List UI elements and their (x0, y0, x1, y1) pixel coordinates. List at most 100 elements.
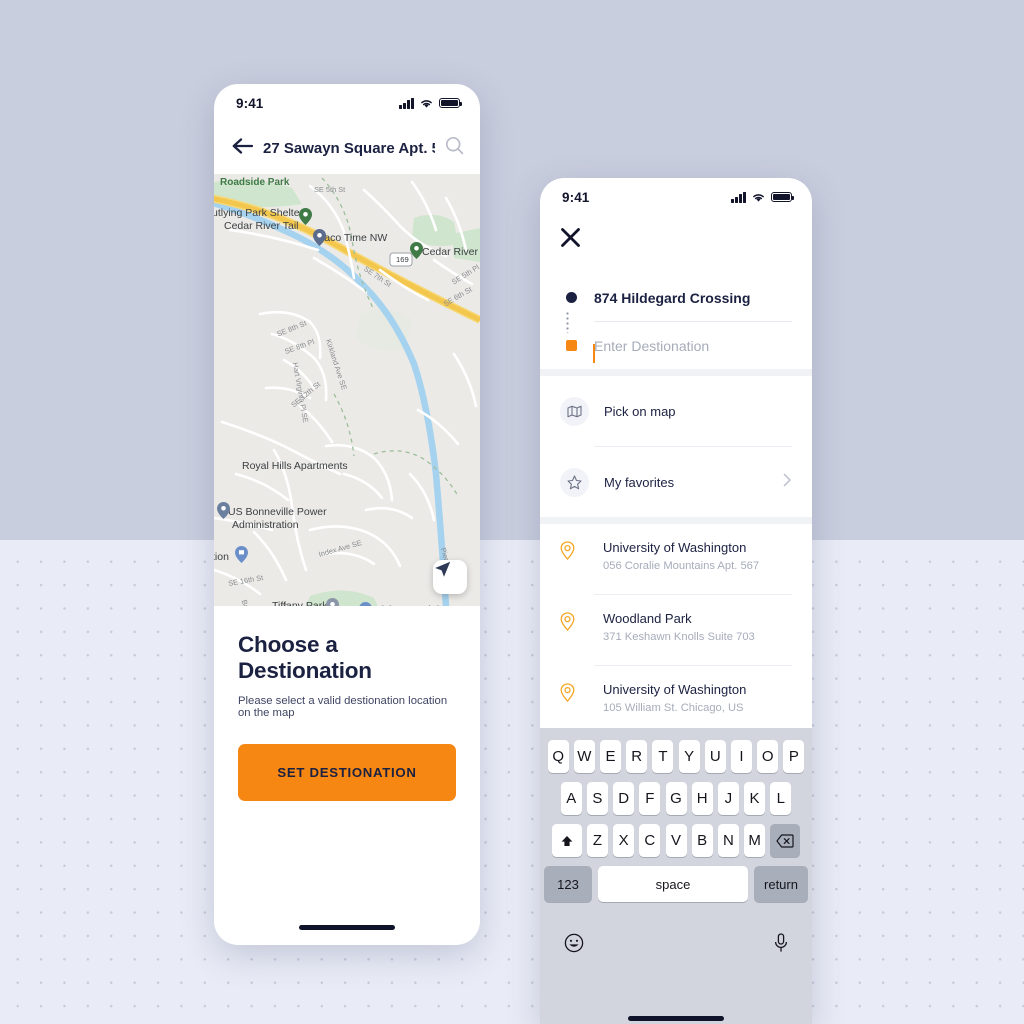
keyboard-row-bottom: 123 space return (540, 866, 812, 902)
action-my-favorites[interactable]: My favorites (540, 447, 812, 517)
key-g[interactable]: G (665, 782, 687, 815)
space-key[interactable]: space (598, 866, 748, 902)
key-c[interactable]: C (639, 824, 661, 857)
status-time: 9:41 (236, 95, 264, 111)
status-time-2: 9:41 (562, 189, 590, 205)
action-pick-on-map[interactable]: Pick on map (540, 376, 812, 446)
close-x-icon[interactable] (560, 227, 581, 253)
suggestion-item[interactable]: Woodland Park 371 Keshawn Knolls Suite 7… (540, 595, 812, 665)
map-label-taco-time-nw: Taco Time NW (319, 232, 388, 244)
status-indicators-2 (731, 191, 795, 203)
key-l[interactable]: L (770, 782, 792, 815)
key-o[interactable]: O (757, 740, 779, 773)
map-label-roadside-park: Roadside Park (220, 177, 290, 188)
location-pin-icon (560, 540, 589, 565)
suggestion-item[interactable]: University of Washington 056 Coralie Mou… (540, 524, 812, 594)
map-icon (560, 396, 589, 426)
map-label-nicks-special: Nick's Special (374, 604, 439, 606)
map-poi-pin-cedar-river (410, 242, 423, 259)
search-icon[interactable] (445, 136, 464, 160)
map-label-us-bonneville-power: US Bonneville Power (228, 506, 327, 518)
key-q[interactable]: Q (547, 740, 569, 773)
route-input-group: 874 Hildegard Crossing Enter Destionatio… (540, 264, 812, 369)
key-i[interactable]: I (730, 740, 752, 773)
key-p[interactable]: P (783, 740, 805, 773)
star-icon (560, 467, 589, 497)
emoji-smile-icon[interactable] (564, 933, 584, 958)
status-bar-2: 9:41 (540, 178, 812, 216)
key-r[interactable]: R (626, 740, 648, 773)
home-indicator-2 (628, 1016, 724, 1021)
key-w[interactable]: W (573, 740, 595, 773)
map-label-administration: Administration (232, 519, 299, 531)
key-s[interactable]: S (586, 782, 608, 815)
wifi-icon (421, 99, 432, 108)
suggestion-title: University of Washington (603, 540, 747, 555)
key-t[interactable]: T (652, 740, 674, 773)
suggestion-subtitle: 105 William St. Chicago, US (603, 702, 744, 714)
return-key[interactable]: return (754, 866, 808, 902)
route-dotted-connector (565, 311, 569, 333)
action-label: Pick on map (604, 403, 676, 419)
destination-row[interactable]: Enter Destionation (560, 322, 792, 369)
microphone-icon[interactable] (774, 933, 788, 958)
map-poi-pin-tiffany-school (326, 598, 339, 606)
set-destination-button[interactable]: SET DESTIONATION (238, 744, 456, 801)
key-b[interactable]: B (691, 824, 713, 857)
map-label-cedar-river-e: Cedar River E (422, 246, 480, 258)
map-poi-pin-bonneville (217, 502, 230, 519)
key-h[interactable]: H (691, 782, 713, 815)
battery-full-icon (439, 97, 463, 109)
key-u[interactable]: U (704, 740, 726, 773)
map-label-se-5th-st: SE 5th St (314, 185, 346, 194)
suggestion-subtitle: 056 Coralie Mountains Apt. 567 (603, 560, 760, 572)
home-indicator (299, 925, 395, 930)
map-poi-pin-green (299, 208, 312, 225)
numbers-key[interactable]: 123 (544, 866, 592, 902)
key-v[interactable]: V (665, 824, 687, 857)
close-bar (540, 216, 812, 264)
location-pin-icon (560, 611, 589, 636)
top-navigation-bar: 27 Sawayn Square Apt. 585... (214, 122, 480, 174)
location-pin-icon (560, 682, 589, 707)
keyboard-bottom-row (540, 911, 812, 958)
action-label: My favorites (604, 474, 675, 490)
sheet-subtitle: Please select a valid destionation locat… (238, 695, 448, 719)
back-arrow-icon[interactable] (232, 137, 254, 159)
sheet-title: Choose a Destionation (238, 632, 372, 683)
key-z[interactable]: Z (586, 824, 608, 857)
cellular-signal-icon (399, 97, 414, 109)
navigate-arrow-icon (435, 561, 451, 577)
battery-full-icon (771, 191, 795, 203)
chevron-right-icon (783, 473, 792, 492)
map-highway-shield: 169 (396, 255, 409, 264)
key-f[interactable]: F (639, 782, 661, 815)
key-n[interactable]: N (717, 824, 739, 857)
key-e[interactable]: E (600, 740, 622, 773)
text-caret (593, 343, 595, 363)
backspace-icon[interactable] (770, 824, 801, 857)
destination-square-icon (560, 340, 582, 351)
origin-dot-icon (560, 292, 582, 303)
map-canvas[interactable]: 169 Roadside Park SE 5th St utlying Park… (214, 174, 480, 606)
key-y[interactable]: Y (678, 740, 700, 773)
shift-up-icon[interactable] (551, 824, 582, 857)
wifi-icon (753, 193, 764, 202)
key-a[interactable]: A (560, 782, 582, 815)
map-label-outlying-park-shelter: utlying Park Shelter (214, 207, 304, 219)
key-k[interactable]: K (744, 782, 766, 815)
key-x[interactable]: X (613, 824, 635, 857)
origin-value: 874 Hildegard Crossing (594, 289, 751, 306)
keyboard-row-1: Q W E R T Y U I O P (540, 728, 812, 773)
key-d[interactable]: D (613, 782, 635, 815)
origin-row[interactable]: 874 Hildegard Crossing (560, 274, 792, 321)
key-m[interactable]: M (744, 824, 766, 857)
status-bar: 9:41 (214, 84, 480, 122)
key-j[interactable]: J (717, 782, 739, 815)
keyboard-row-2: A S D F G H J K L (540, 782, 812, 815)
on-screen-keyboard[interactable]: Q W E R T Y U I O P A S D F G H J K L Z (540, 728, 812, 1024)
map-label-cedar-river-tail: Cedar River Tail (224, 220, 299, 232)
suggestion-item[interactable]: University of Washington 105 William St.… (540, 666, 812, 736)
destination-input[interactable]: Enter Destionation (582, 338, 792, 363)
locate-me-button[interactable] (433, 560, 467, 594)
